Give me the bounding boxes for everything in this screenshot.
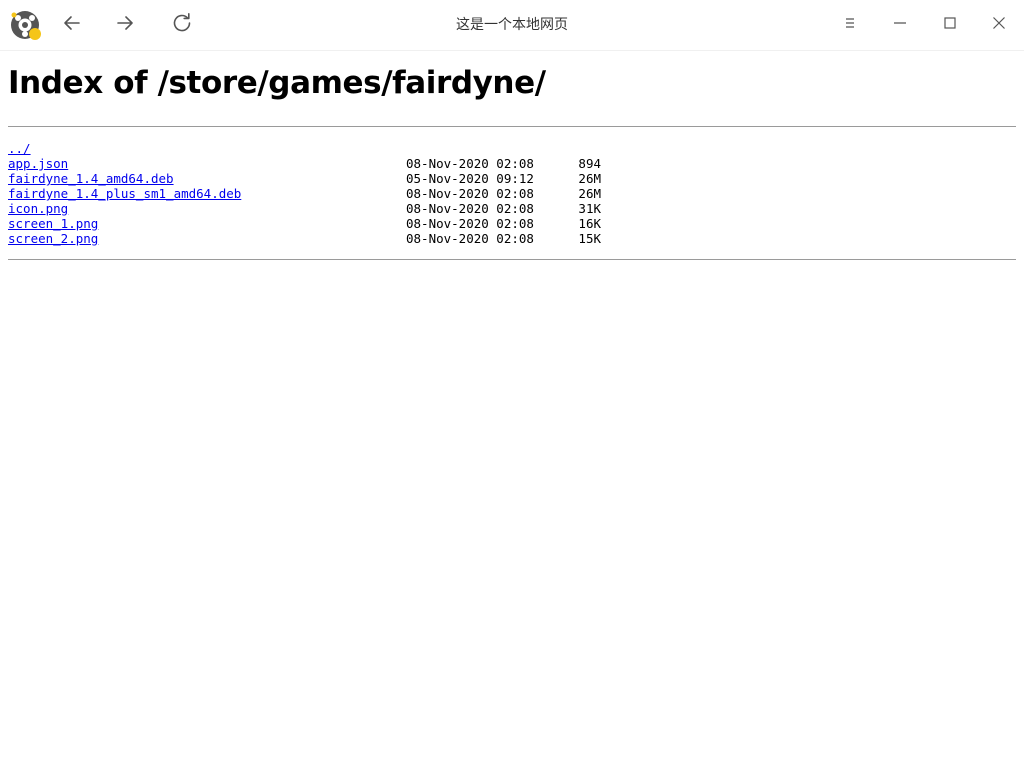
file-date: 08-Nov-2020 02:08: [406, 156, 534, 171]
menu-button[interactable]: [834, 9, 866, 41]
file-date: 08-Nov-2020 02:08: [406, 186, 534, 201]
file-link[interactable]: fairdyne_1.4_plus_sm1_amd64.deb: [8, 186, 241, 201]
list-item: fairdyne_1.4_amd64.deb 05-Nov-2020 09:12…: [8, 171, 1016, 186]
file-link[interactable]: app.json: [8, 156, 68, 171]
arrow-left-icon: [62, 13, 82, 38]
file-date: 05-Nov-2020 09:12: [406, 171, 534, 186]
reload-icon: [170, 11, 194, 40]
divider-bottom: [8, 259, 1016, 260]
forward-button[interactable]: [109, 9, 141, 41]
list-item: icon.png 08-Nov-2020 02:08 31K: [8, 201, 1016, 216]
file-size: 894: [578, 156, 601, 171]
list-item: screen_1.png 08-Nov-2020 02:08 16K: [8, 216, 1016, 231]
file-link[interactable]: screen_1.png: [8, 216, 98, 231]
page-title: Index of /store/games/fairdyne/: [8, 65, 546, 101]
page-content: Index of /store/games/fairdyne/ ../ app.…: [0, 51, 1024, 768]
minimize-icon: [892, 15, 908, 36]
file-date: 08-Nov-2020 02:08: [406, 231, 534, 246]
parent-directory-link[interactable]: ../: [8, 141, 31, 156]
browser-logo-icon[interactable]: [9, 9, 43, 43]
hamburger-menu-icon: [842, 15, 858, 36]
minimize-button[interactable]: [884, 9, 916, 41]
list-item: fairdyne_1.4_plus_sm1_amd64.deb 08-Nov-2…: [8, 186, 1016, 201]
file-size: 15K: [578, 231, 601, 246]
arrow-right-icon: [115, 13, 135, 38]
window-title: 这是一个本地网页: [456, 17, 568, 33]
list-item: ../: [8, 141, 1016, 156]
file-date: 08-Nov-2020 02:08: [406, 216, 534, 231]
close-icon: [991, 15, 1007, 36]
file-link[interactable]: screen_2.png: [8, 231, 98, 246]
browser-window: 这是一个本地网页 Index of /store/games/fairdyne/…: [0, 0, 1024, 768]
file-size: 31K: [578, 201, 601, 216]
back-button[interactable]: [56, 9, 88, 41]
file-link[interactable]: icon.png: [8, 201, 68, 216]
maximize-button[interactable]: [934, 9, 966, 41]
list-item: app.json 08-Nov-2020 02:08 894: [8, 156, 1016, 171]
file-size: 16K: [578, 216, 601, 231]
reload-button[interactable]: [166, 9, 198, 41]
title-bar: 这是一个本地网页: [0, 0, 1024, 51]
close-button[interactable]: [983, 9, 1015, 41]
divider-top: [8, 126, 1016, 127]
file-link[interactable]: fairdyne_1.4_amd64.deb: [8, 171, 174, 186]
maximize-icon: [942, 15, 958, 36]
file-size: 26M: [578, 171, 601, 186]
file-size: 26M: [578, 186, 601, 201]
list-item: screen_2.png 08-Nov-2020 02:08 15K: [8, 231, 1016, 246]
file-date: 08-Nov-2020 02:08: [406, 201, 534, 216]
file-listing: ../ app.json 08-Nov-2020 02:08 894 faird…: [8, 141, 1016, 246]
